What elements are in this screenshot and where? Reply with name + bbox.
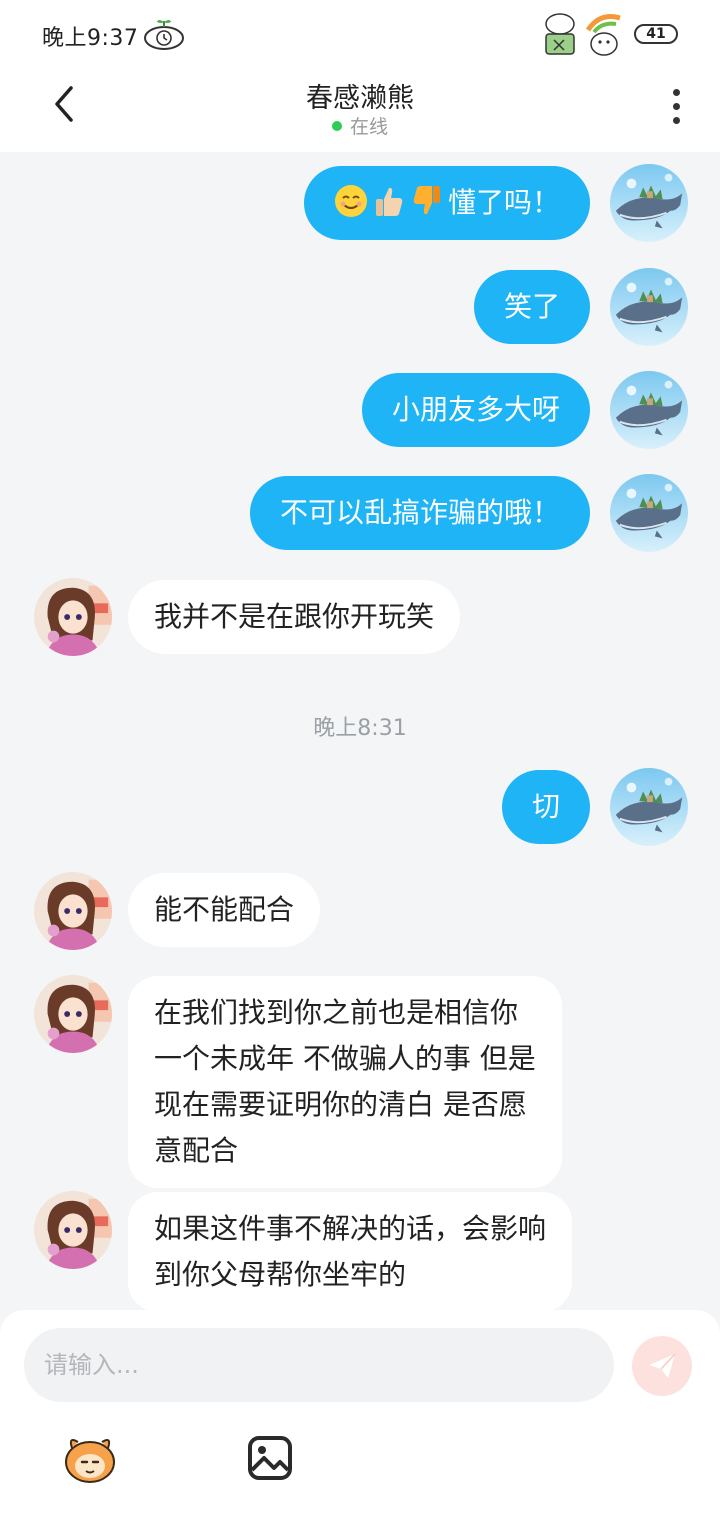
online-status-text: 在线	[349, 116, 388, 138]
status-time: 晚上9:37	[42, 26, 139, 51]
thumbs-down-emoji	[413, 186, 440, 215]
online-dot-icon	[331, 121, 342, 131]
image-picker-icon[interactable]	[246, 1434, 294, 1482]
incoming-message[interactable]: 如果这件事不解决的话，会影响 到你父母帮你坐牢的	[128, 1192, 573, 1312]
outgoing-message[interactable]: 小朋友多大呀	[361, 373, 590, 447]
battery-indicator: 41	[634, 24, 678, 44]
message-input[interactable]	[24, 1328, 614, 1402]
status-bar: 晚上9:37 41	[0, 0, 720, 70]
contact-avatar[interactable]	[34, 578, 112, 656]
my-avatar[interactable]	[610, 164, 688, 242]
smiling-face-emoji	[334, 185, 367, 217]
my-avatar[interactable]	[610, 268, 688, 346]
message-timestamp: 晚上8:31	[313, 716, 407, 741]
message-text: 小朋友多大呀	[391, 393, 560, 426]
message-line: 如果这件事不解决的话，会影响	[154, 1212, 547, 1245]
message-text: 懂了吗！	[447, 186, 560, 219]
message-text: 不可以乱搞诈骗的哦！	[279, 496, 560, 529]
more-dot-icon	[672, 88, 680, 96]
chat-header: 春感濑熊 在线	[0, 70, 720, 152]
send-button[interactable]	[632, 1336, 692, 1396]
contact-name: 春感濑熊	[306, 83, 414, 114]
thumbs-up-emoji	[375, 187, 403, 216]
incoming-message[interactable]: 我并不是在跟你开玩笑	[128, 580, 461, 654]
send-icon	[649, 1353, 676, 1378]
message-text: 笑了	[503, 290, 560, 323]
more-dot-icon	[672, 116, 680, 124]
message-text: 我并不是在跟你开玩笑	[154, 600, 435, 633]
message-text: 能不能配合	[154, 893, 295, 926]
message-text: 切	[531, 790, 560, 823]
outgoing-message[interactable]: 切	[501, 770, 590, 844]
sticker-icons	[545, 13, 621, 56]
contact-avatar[interactable]	[34, 1191, 112, 1269]
message-line: 在我们找到你之前也是相信你	[154, 996, 519, 1029]
message-line: 到你父母帮你坐牢的	[154, 1258, 407, 1291]
incoming-message[interactable]: 在我们找到你之前也是相信你 一个未成年 不做骗人的事 但是 现在需要证明你的清白…	[128, 976, 562, 1188]
my-avatar[interactable]	[610, 474, 688, 552]
my-avatar[interactable]	[610, 371, 688, 449]
outgoing-message[interactable]: 不可以乱搞诈骗的哦！	[249, 476, 590, 550]
my-avatar[interactable]	[610, 768, 688, 846]
sticker-mascot-icon[interactable]	[60, 1428, 120, 1488]
input-area	[0, 1310, 720, 1520]
incoming-message[interactable]: 能不能配合	[128, 873, 321, 947]
message-line: 一个未成年 不做骗人的事 但是	[154, 1042, 536, 1075]
outgoing-message[interactable]: 笑了	[473, 270, 590, 344]
message-line: 意配合	[154, 1134, 239, 1167]
contact-avatar[interactable]	[34, 872, 112, 950]
contact-avatar[interactable]	[34, 975, 112, 1053]
more-dot-icon	[672, 102, 680, 110]
sprout-mascot-icon	[144, 20, 184, 50]
online-status: 在线	[0, 112, 720, 139]
more-options-button[interactable]	[660, 80, 692, 132]
message-line: 现在需要证明你的清白 是否愿	[154, 1088, 527, 1121]
outgoing-message[interactable]: 懂了吗！	[303, 166, 590, 240]
